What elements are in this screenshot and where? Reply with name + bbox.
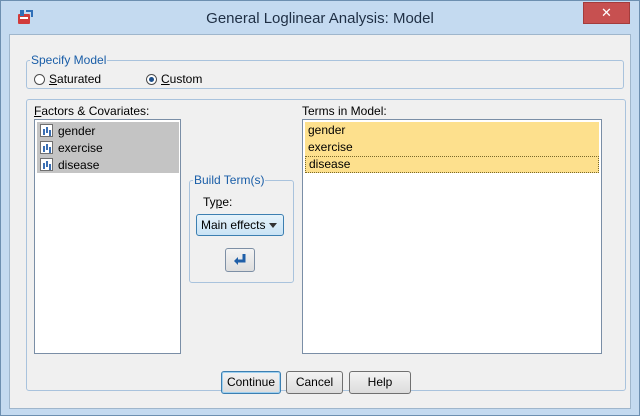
specify-model-group: Specify Model xyxy=(26,53,624,89)
custom-label: Custom xyxy=(161,72,203,86)
nominal-variable-icon xyxy=(40,141,53,154)
move-term-button[interactable] xyxy=(225,248,255,272)
chevron-down-icon xyxy=(269,223,277,228)
factors-listbox[interactable]: gender exercise disease xyxy=(34,119,181,354)
dialog-body: Specify Model Saturated Custom Factors &… xyxy=(9,34,631,409)
factor-label: gender xyxy=(58,123,96,138)
title-bar[interactable]: General Loglinear Analysis: Model ✕ xyxy=(1,1,639,34)
window-title: General Loglinear Analysis: Model xyxy=(206,10,434,27)
terms-caption: Terms in Model: xyxy=(302,104,387,118)
term-item-gender[interactable]: gender xyxy=(305,122,599,139)
saturated-label: Saturated xyxy=(49,72,102,86)
custom-radio[interactable]: Custom xyxy=(146,72,202,86)
continue-button[interactable]: Continue xyxy=(221,371,281,394)
term-item-exercise[interactable]: exercise xyxy=(305,139,599,156)
factor-label: exercise xyxy=(58,140,103,155)
cancel-button[interactable]: Cancel xyxy=(286,371,343,394)
factor-item-exercise[interactable]: exercise xyxy=(37,139,179,156)
term-item-disease[interactable]: disease xyxy=(305,156,599,173)
specify-model-legend: Specify Model xyxy=(31,53,107,67)
help-button[interactable]: Help xyxy=(349,371,411,394)
close-button[interactable]: ✕ xyxy=(583,2,630,24)
factor-item-disease[interactable]: disease xyxy=(37,156,179,173)
terms-listbox[interactable]: gender exercise disease xyxy=(302,119,602,354)
term-type-value: Main effects xyxy=(201,218,266,232)
arrow-move-icon xyxy=(234,254,246,265)
nominal-variable-icon xyxy=(40,158,53,171)
close-icon: ✕ xyxy=(601,5,612,20)
factor-item-gender[interactable]: gender xyxy=(37,122,179,139)
type-label: Type: xyxy=(203,195,233,209)
radio-unchecked-icon xyxy=(34,73,45,85)
term-type-dropdown[interactable]: Main effects xyxy=(196,214,284,236)
dialog-window: General Loglinear Analysis: Model ✕ Spec… xyxy=(0,0,640,416)
factor-label: disease xyxy=(58,157,100,172)
factors-caption: Factors & Covariates: xyxy=(34,104,150,118)
radio-checked-icon xyxy=(146,73,157,85)
build-term-legend: Build Term(s) xyxy=(194,173,265,187)
saturated-radio[interactable]: Saturated xyxy=(34,72,101,86)
nominal-variable-icon xyxy=(40,124,53,137)
